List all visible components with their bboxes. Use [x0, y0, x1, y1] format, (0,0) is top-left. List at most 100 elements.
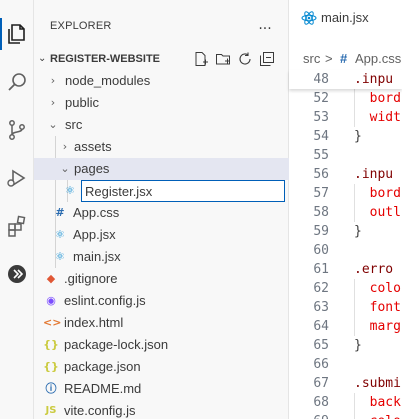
explorer-icon[interactable] — [0, 14, 34, 54]
tree-item-package-json[interactable]: {} package.json — [34, 356, 289, 378]
code-line[interactable]: 62 colo — [289, 279, 402, 298]
json-icon: {} — [43, 338, 59, 351]
tree-item-eslint-config[interactable]: ◉ eslint.config.js — [34, 290, 289, 312]
new-file-icon[interactable] — [193, 51, 209, 67]
code-text: .inpu — [354, 72, 394, 87]
tree-item-app-css[interactable]: # App.css — [34, 202, 289, 224]
tab-main-jsx[interactable]: main.jsx — [289, 0, 402, 35]
tree-item-src[interactable]: ⌄ src — [34, 114, 289, 136]
chevron-down-icon: ⌄ — [60, 162, 70, 175]
tree-item-label: App.jsx — [73, 227, 116, 242]
code-line[interactable]: 58 outl — [289, 203, 402, 222]
tree-item-gitignore[interactable]: ◆ .gitignore — [34, 268, 289, 290]
line-number: 63 — [313, 300, 329, 315]
refresh-icon[interactable] — [237, 51, 253, 67]
breadcrumb-separator: > — [325, 51, 333, 66]
code-line[interactable]: 69 colo — [289, 412, 402, 419]
code-text: colo — [354, 281, 401, 296]
workspace-title: REGISTER-WEBSITE — [50, 53, 161, 65]
code-line[interactable]: 67 .submi — [289, 374, 402, 393]
run-debug-icon[interactable] — [0, 158, 34, 198]
code-line[interactable]: 64 marg — [289, 317, 402, 336]
code-text: font — [354, 300, 401, 315]
html-icon: <> — [43, 316, 62, 329]
line-number: 64 — [313, 319, 329, 334]
code-line[interactable]: 56 .inpu — [289, 165, 402, 184]
chevron-right-icon: › — [62, 140, 68, 153]
code-line[interactable]: 61 .erro — [289, 260, 402, 279]
code-line[interactable]: 53 widt — [289, 108, 402, 127]
activity-bar — [0, 0, 34, 419]
line-number: 68 — [313, 395, 329, 410]
remote-explorer-icon[interactable] — [0, 254, 34, 294]
tree-item-readme[interactable]: ⓘ README.md — [34, 378, 289, 400]
workspace-section-header[interactable]: ⌄ REGISTER-WEBSITE — [34, 48, 289, 70]
code-line[interactable]: 54} — [289, 127, 402, 146]
tree-item-label: public — [65, 95, 99, 110]
search-icon[interactable] — [0, 62, 34, 102]
source-control-icon[interactable] — [0, 110, 34, 150]
new-folder-icon[interactable] — [215, 51, 231, 67]
chevron-down-icon: ⌄ — [38, 53, 47, 64]
git-icon: ◆ — [46, 272, 56, 285]
tree-item-label: pages — [74, 161, 110, 176]
code-text: } — [354, 338, 362, 353]
tree-item-label: index.html — [64, 315, 124, 330]
line-number: 59 — [313, 224, 329, 239]
tree-item-label: node_modules — [65, 73, 151, 88]
code-line[interactable]: 57 bord — [289, 184, 402, 203]
breadcrumb-file[interactable]: App.css — [355, 50, 401, 68]
rename-input[interactable] — [81, 180, 285, 202]
line-number: 57 — [313, 186, 329, 201]
info-icon: ⓘ — [45, 382, 57, 395]
code-line[interactable]: 55 — [289, 146, 402, 165]
sticky-scroll-line[interactable]: 48 .inpu — [289, 70, 402, 89]
line-number: 67 — [313, 376, 329, 391]
code-line[interactable]: 59} — [289, 222, 402, 241]
tab-label: main.jsx — [321, 10, 369, 25]
tree-item-label: App.css — [73, 205, 120, 220]
code-text: outl — [354, 205, 401, 220]
tree-item-vite-config[interactable]: JS vite.config.js — [34, 400, 289, 419]
extensions-icon[interactable] — [0, 206, 34, 246]
code-text: colo — [354, 412, 401, 419]
collapse-all-icon[interactable] — [259, 51, 275, 67]
line-number: 65 — [313, 338, 329, 353]
chevron-right-icon: › — [50, 96, 56, 109]
eslint-icon: ◉ — [46, 294, 56, 307]
line-number: 66 — [313, 357, 329, 372]
code-text: widt — [354, 110, 401, 125]
code-line[interactable]: 65} — [289, 336, 402, 355]
breadcrumb-src[interactable]: src — [303, 50, 320, 68]
code-text: .inpu — [354, 167, 394, 182]
more-actions-icon[interactable]: ··· — [255, 21, 275, 37]
tree-item-pages[interactable]: ⌄ pages — [34, 158, 289, 180]
tree-item-index-html[interactable]: <> index.html — [34, 312, 289, 334]
tree-item-label: eslint.config.js — [64, 293, 146, 308]
line-number: 54 — [313, 129, 329, 144]
tree-item-app-jsx[interactable]: ⚛ App.jsx — [34, 224, 289, 246]
line-number: 56 — [313, 167, 329, 182]
code-line[interactable]: 63 font — [289, 298, 402, 317]
tree-item-node-modules[interactable]: › node_modules — [34, 70, 289, 92]
code-text: marg — [354, 319, 401, 334]
code-line[interactable]: 60 — [289, 241, 402, 260]
json-icon: {} — [43, 360, 59, 373]
tree-item-package-lock[interactable]: {} package-lock.json — [34, 334, 289, 356]
explorer-title: EXPLORER — [50, 20, 112, 32]
code-line[interactable]: 52 bord — [289, 89, 402, 108]
code-text: back — [354, 395, 401, 410]
code-line[interactable]: 66 — [289, 355, 402, 374]
tab-bar: main.jsx — [289, 0, 402, 35]
tree-item-label: README.md — [64, 381, 142, 396]
code-line[interactable]: 68 back — [289, 393, 402, 412]
tree-item-assets[interactable]: › assets — [34, 136, 289, 158]
explorer-sidebar: EXPLORER ··· ⌄ REGISTER-WEBSITE › node_m… — [34, 0, 289, 419]
tree-item-public[interactable]: › public — [34, 92, 289, 114]
line-number: 48 — [313, 72, 329, 87]
tree-item-label: package.json — [64, 359, 141, 374]
line-number: 58 — [313, 205, 329, 220]
css-file-icon: # — [340, 51, 348, 66]
breadcrumb: src > # App.css — [289, 50, 402, 68]
tree-item-main-jsx[interactable]: ⚛ main.jsx — [34, 246, 289, 268]
